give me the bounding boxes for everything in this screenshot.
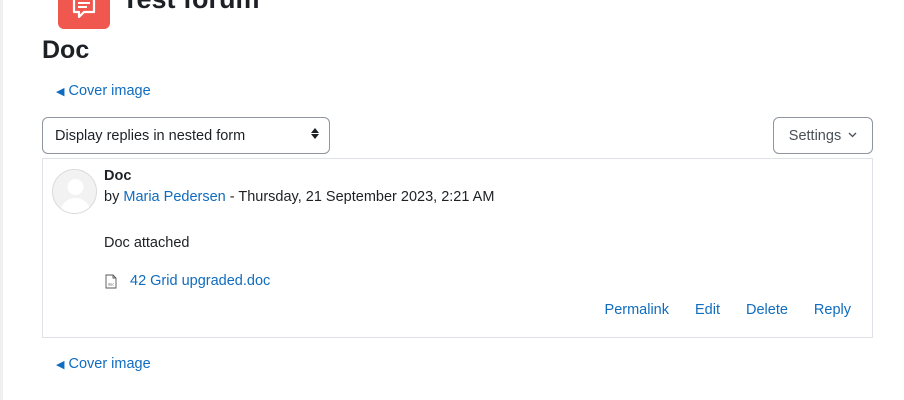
post-date: Thursday, 21 September 2023, 2:21 AM (238, 189, 495, 205)
arrow-left-icon: ◀ (56, 85, 65, 98)
post-actions: Permalink Edit Delete Reply (605, 302, 851, 318)
permalink-link[interactable]: Permalink (605, 302, 669, 318)
display-mode-select[interactable]: Display replies in nested form (42, 117, 330, 154)
post-subject: Doc (104, 168, 132, 184)
settings-label: Settings (788, 127, 842, 144)
byline-separator: - (225, 189, 239, 205)
delete-link[interactable]: Delete (746, 302, 788, 318)
avatar[interactable] (52, 169, 97, 214)
page-left-border (0, 0, 3, 400)
reply-link[interactable]: Reply (814, 302, 851, 318)
svg-text:doc: doc (108, 282, 114, 286)
attachment-link[interactable]: 42 Grid upgraded.doc (130, 273, 270, 289)
forum-post: Doc by Maria Pedersen - Thursday, 21 Sep… (42, 158, 873, 338)
settings-button[interactable]: Settings (773, 117, 873, 154)
edit-link[interactable]: Edit (695, 302, 720, 318)
select-arrows-icon (311, 128, 319, 139)
next-discussion-label: Cover image (68, 356, 151, 372)
doc-file-icon: doc (105, 274, 117, 288)
arrow-left-icon: ◀ (56, 358, 65, 371)
author-link[interactable]: Maria Pedersen (123, 189, 225, 205)
previous-discussion-link[interactable]: ◀ Cover image (56, 83, 151, 99)
forum-title: Test forum (122, 0, 260, 14)
forum-icon (58, 0, 110, 29)
post-byline: by Maria Pedersen - Thursday, 21 Septemb… (104, 189, 494, 205)
chevron-down-icon (848, 130, 857, 141)
default-user-icon (53, 170, 96, 213)
speech-bubble-icon (72, 0, 96, 18)
page-title: Doc (42, 36, 90, 64)
next-discussion-link[interactable]: ◀ Cover image (56, 356, 151, 372)
previous-discussion-label: Cover image (68, 83, 151, 99)
display-mode-value: Display replies in nested form (55, 127, 246, 144)
byline-prefix: by (104, 189, 120, 205)
post-message: Doc attached (104, 235, 190, 251)
post-attachment: doc 42 Grid upgraded.doc (104, 273, 270, 289)
